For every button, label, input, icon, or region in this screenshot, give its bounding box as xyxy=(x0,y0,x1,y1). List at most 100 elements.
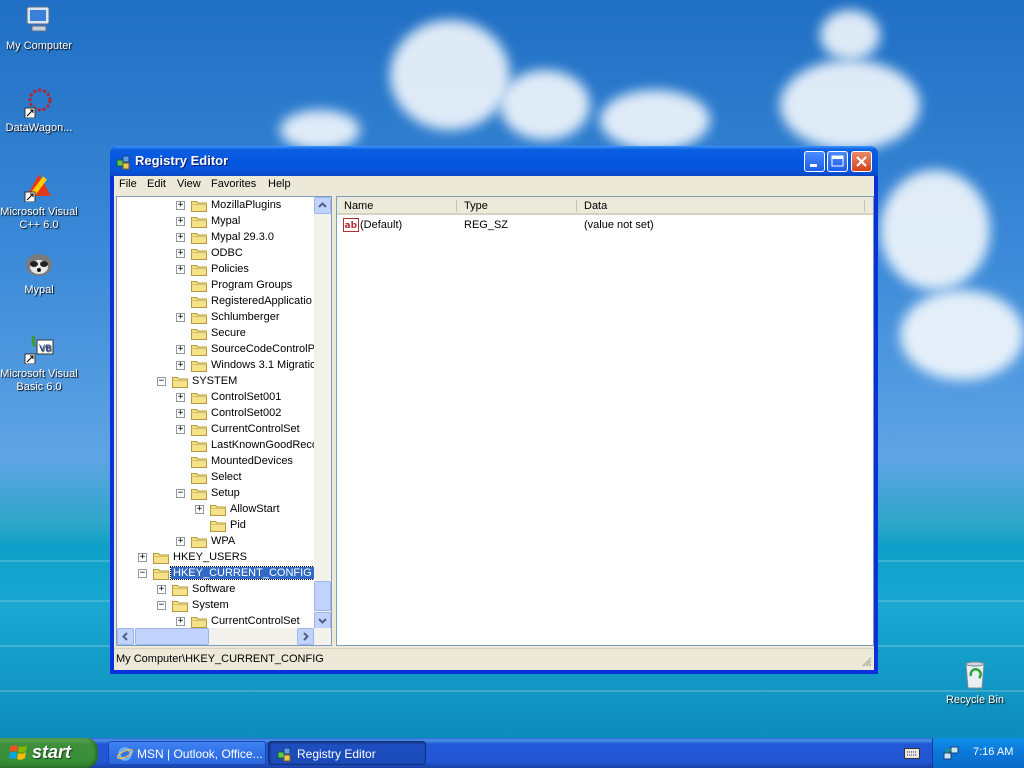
cloud xyxy=(900,290,1024,380)
resize-grip-icon[interactable] xyxy=(860,655,872,667)
menu-edit[interactable]: Edit xyxy=(147,178,166,190)
value-type: REG_SZ xyxy=(464,219,509,231)
tree-node-label: MozillaPlugins xyxy=(211,199,282,211)
desktop-icon-visual-basic[interactable]: VB Microsoft Visual Basic 6.0 xyxy=(0,332,78,394)
window-client: File Edit View Favorites Help + MozillaPl… xyxy=(114,176,874,670)
menu-favorites[interactable]: Favorites xyxy=(211,178,256,190)
clock[interactable]: 7:16 AM xyxy=(973,746,1013,758)
folder-icon xyxy=(210,521,226,532)
expand-icon[interactable]: + xyxy=(176,425,185,434)
tree-node-label: CurrentControlSet xyxy=(211,423,300,435)
expand-icon[interactable]: + xyxy=(157,585,166,594)
folder-icon xyxy=(191,281,207,292)
windows-logo-icon xyxy=(9,745,27,760)
tree-node-label: ODBC xyxy=(211,247,243,259)
keyboard-icon[interactable] xyxy=(904,746,920,760)
tree-node-label: ControlSet001 xyxy=(211,391,282,403)
desktop-icon-label: Microsoft Visual Basic 6.0 xyxy=(0,368,78,393)
list-item[interactable]: ab (Default) REG_SZ (value not set) xyxy=(337,217,873,233)
column-header-type[interactable]: Type xyxy=(457,197,577,215)
menu-help[interactable]: Help xyxy=(268,178,291,190)
internet-explorer-icon xyxy=(117,747,133,761)
folder-icon xyxy=(191,313,207,324)
my-computer-icon xyxy=(23,4,55,36)
column-separator[interactable] xyxy=(576,200,577,212)
tree-node-label: Policies xyxy=(211,263,249,275)
collapse-icon[interactable]: − xyxy=(157,377,166,386)
scroll-up-button[interactable] xyxy=(314,197,331,214)
column-separator[interactable] xyxy=(456,200,457,212)
expand-icon[interactable]: + xyxy=(176,313,185,322)
desktop-icon-datawagon[interactable]: DataWagon... xyxy=(0,86,78,135)
tree-node-label: Mypal 29.3.0 xyxy=(211,231,274,243)
open-folder-icon xyxy=(172,601,188,612)
desktop-icon-label: Microsoft Visual C++ 6.0 xyxy=(0,206,78,231)
expand-icon[interactable]: + xyxy=(176,361,185,370)
expand-icon[interactable]: + xyxy=(176,617,185,626)
scroll-thumb[interactable] xyxy=(314,581,331,611)
close-button[interactable] xyxy=(851,151,872,172)
scroll-left-button[interactable] xyxy=(117,628,134,645)
desktop-icon-visual-cpp[interactable]: Microsoft Visual C++ 6.0 xyxy=(0,170,78,232)
expand-icon[interactable]: + xyxy=(176,265,185,274)
start-button[interactable]: start xyxy=(0,738,98,768)
desktop-icon-mypal[interactable]: Mypal xyxy=(0,248,78,297)
tree-horizontal-scrollbar[interactable] xyxy=(117,628,331,645)
svg-text:ab: ab xyxy=(345,221,358,231)
minimize-button[interactable] xyxy=(804,151,825,172)
cloud xyxy=(600,90,710,150)
scroll-down-button[interactable] xyxy=(314,612,331,629)
chevron-down-icon xyxy=(318,618,327,624)
menu-file[interactable]: File xyxy=(119,178,137,190)
maximize-button[interactable] xyxy=(827,151,848,172)
menu-view[interactable]: View xyxy=(177,178,201,190)
registry-value-list[interactable]: Name Type Data ab (Default) REG_SZ (valu… xyxy=(336,196,874,646)
expand-icon[interactable]: + xyxy=(176,249,185,258)
collapse-icon[interactable]: − xyxy=(138,569,147,578)
expand-icon[interactable]: + xyxy=(176,345,185,354)
folder-icon xyxy=(191,297,207,308)
expand-icon[interactable]: + xyxy=(176,233,185,242)
open-folder-icon xyxy=(191,489,207,500)
expand-icon[interactable]: + xyxy=(176,409,185,418)
desktop-icon-label: DataWagon... xyxy=(5,122,73,134)
tree-node-label: Setup xyxy=(211,487,240,499)
scroll-thumb[interactable] xyxy=(135,628,209,645)
expand-icon[interactable]: + xyxy=(176,217,185,226)
string-value-icon: ab xyxy=(343,218,359,232)
taskbar-button-msn[interactable]: MSN | Outlook, Office... xyxy=(108,741,266,765)
folder-icon xyxy=(172,585,188,596)
expand-icon[interactable]: + xyxy=(176,393,185,402)
collapse-icon[interactable]: − xyxy=(157,601,166,610)
collapse-icon[interactable]: − xyxy=(176,489,185,498)
scroll-right-button[interactable] xyxy=(297,628,314,645)
registry-key-tree[interactable]: + MozillaPlugins + Mypal + Mypal 29.3.0 + ODBC +… xyxy=(116,196,332,646)
expand-icon[interactable]: + xyxy=(176,537,185,546)
tree-node-label: CurrentControlSet xyxy=(211,615,300,627)
column-header-name[interactable]: Name xyxy=(337,197,457,215)
expand-icon[interactable]: + xyxy=(138,553,147,562)
desktop-icon-label: Recycle Bin xyxy=(945,694,1005,706)
column-header-data[interactable]: Data xyxy=(577,197,865,215)
tree-node-label: SourceCodeControlPr xyxy=(211,343,319,355)
expand-icon[interactable]: + xyxy=(195,505,204,514)
network-icon[interactable] xyxy=(943,745,959,761)
desktop-icon-recycle-bin[interactable]: Recycle Bin xyxy=(936,658,1014,707)
expand-icon[interactable]: + xyxy=(176,201,185,210)
tree-vertical-scrollbar[interactable] xyxy=(314,197,331,629)
taskbar-button-registry-editor[interactable]: Registry Editor xyxy=(268,741,426,765)
folder-icon xyxy=(191,361,207,372)
folder-icon xyxy=(191,441,207,452)
cloud xyxy=(500,70,590,140)
start-label: start xyxy=(32,742,72,762)
window-title: Registry Editor xyxy=(135,153,229,168)
value-name: (Default) xyxy=(360,219,403,231)
title-bar[interactable]: Registry Editor xyxy=(110,146,878,176)
folder-icon xyxy=(191,201,207,212)
desktop-icon-my-computer[interactable]: My Computer xyxy=(0,4,78,53)
column-separator[interactable] xyxy=(864,200,865,212)
chevron-left-icon xyxy=(122,632,128,641)
desktop-icon-label: My Computer xyxy=(5,40,73,52)
cloud xyxy=(390,20,510,130)
system-tray: 7:16 AM xyxy=(932,738,1024,768)
